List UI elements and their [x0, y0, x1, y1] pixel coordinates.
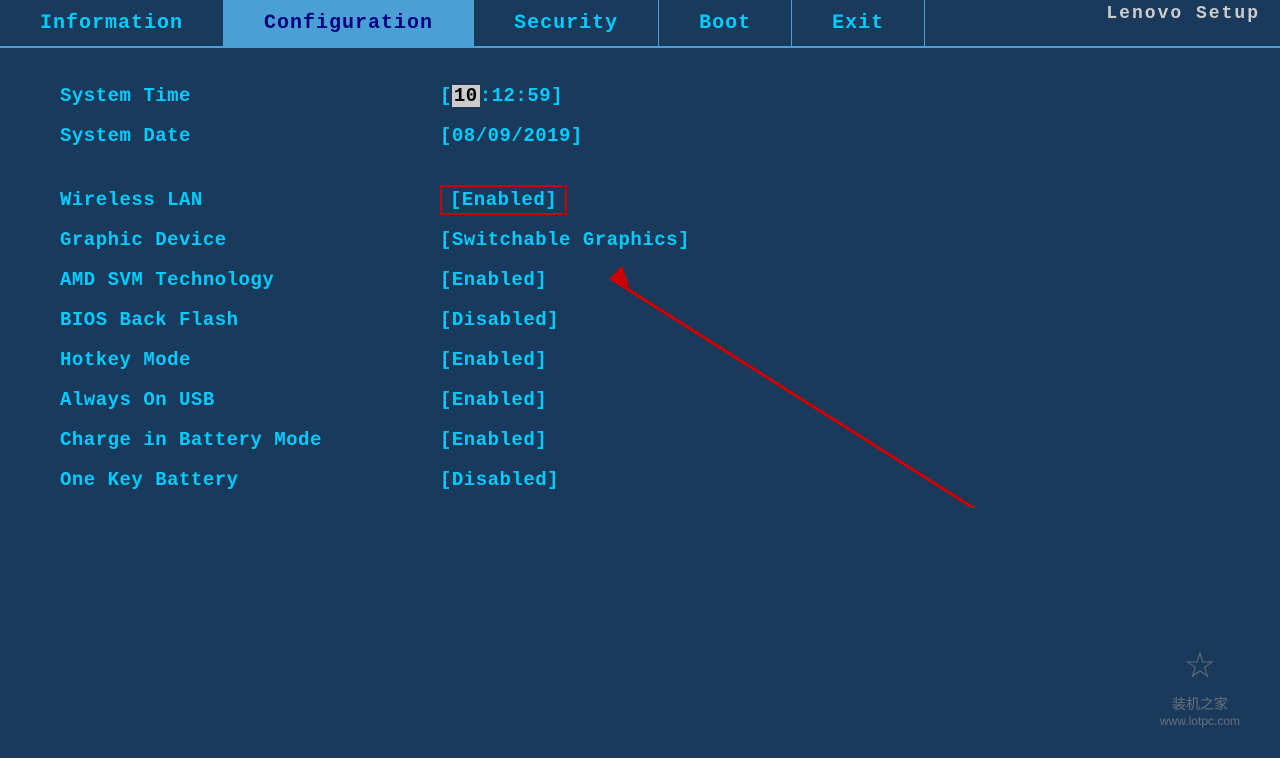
- nav-item-boot[interactable]: Boot: [659, 0, 792, 46]
- nav-item-security[interactable]: Security: [474, 0, 659, 46]
- watermark-star-icon: ☆: [1160, 632, 1240, 694]
- amd-svm-row: AMD SVM Technology [Enabled]: [60, 262, 1220, 298]
- hotkey-mode-label: Hotkey Mode: [60, 349, 440, 371]
- nav-label-information: Information: [40, 12, 183, 35]
- bios-back-flash-label: BIOS Back Flash: [60, 309, 440, 331]
- hotkey-mode-row: Hotkey Mode [Enabled]: [60, 342, 1220, 378]
- amd-svm-value[interactable]: [Enabled]: [440, 269, 547, 291]
- graphic-device-value[interactable]: [Switchable Graphics]: [440, 229, 690, 251]
- graphic-device-label: Graphic Device: [60, 229, 440, 251]
- system-time-label: System Time: [60, 85, 440, 107]
- nav-label-exit: Exit: [832, 12, 884, 35]
- watermark: ☆ 装机之家 www.lotpc.com: [1160, 632, 1240, 728]
- wireless-lan-value[interactable]: [Enabled]: [440, 185, 567, 215]
- wireless-lan-label: Wireless LAN: [60, 189, 440, 211]
- nav-label-security: Security: [514, 12, 618, 35]
- one-key-battery-value[interactable]: [Disabled]: [440, 469, 559, 491]
- system-date-value[interactable]: [08/09/2019]: [440, 125, 583, 147]
- watermark-url: www.lotpc.com: [1160, 714, 1240, 728]
- one-key-battery-row: One Key Battery [Disabled]: [60, 462, 1220, 498]
- bios-back-flash-value[interactable]: [Disabled]: [440, 309, 559, 331]
- one-key-battery-label: One Key Battery: [60, 469, 440, 491]
- amd-svm-label: AMD SVM Technology: [60, 269, 440, 291]
- brand-text: Lenovo Setup: [1106, 4, 1260, 24]
- system-date-label: System Date: [60, 125, 440, 147]
- bios-content: System Time [10:12:59] System Date [08/0…: [0, 48, 1280, 758]
- nav-item-information[interactable]: Information: [0, 0, 224, 46]
- nav-label-boot: Boot: [699, 12, 751, 35]
- always-on-usb-value[interactable]: [Enabled]: [440, 389, 547, 411]
- system-time-hour: 10: [452, 85, 480, 107]
- system-time-value[interactable]: [10:12:59]: [440, 85, 563, 107]
- hotkey-mode-value[interactable]: [Enabled]: [440, 349, 547, 371]
- watermark-brand: 装机之家: [1160, 694, 1240, 714]
- nav-label-configuration: Configuration: [264, 12, 433, 35]
- system-time-row: System Time [10:12:59]: [60, 78, 1220, 114]
- nav-bar: Information Configuration Security Boot …: [0, 0, 1280, 48]
- wireless-lan-row: Wireless LAN [Enabled]: [60, 182, 1220, 218]
- system-date-row: System Date [08/09/2019]: [60, 118, 1220, 154]
- always-on-usb-row: Always On USB [Enabled]: [60, 382, 1220, 418]
- spacer-row-1: [60, 158, 1220, 178]
- nav-item-exit[interactable]: Exit: [792, 0, 925, 46]
- bios-back-flash-row: BIOS Back Flash [Disabled]: [60, 302, 1220, 338]
- charge-battery-row: Charge in Battery Mode [Enabled]: [60, 422, 1220, 458]
- graphic-device-row: Graphic Device [Switchable Graphics]: [60, 222, 1220, 258]
- nav-item-configuration[interactable]: Configuration: [224, 0, 474, 46]
- charge-battery-label: Charge in Battery Mode: [60, 429, 440, 451]
- always-on-usb-label: Always On USB: [60, 389, 440, 411]
- charge-battery-value[interactable]: [Enabled]: [440, 429, 547, 451]
